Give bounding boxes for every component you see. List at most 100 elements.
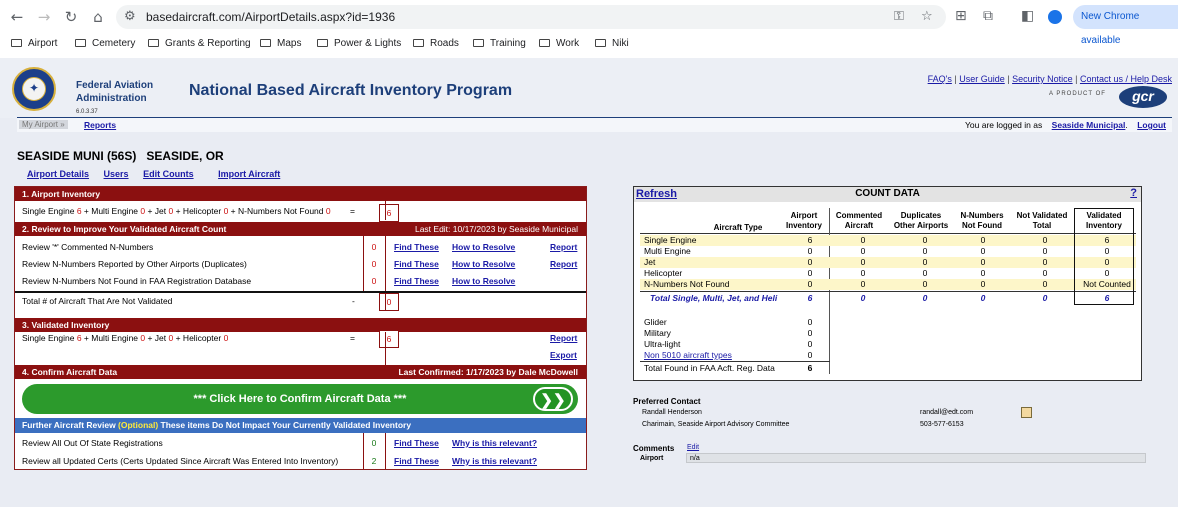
import-aircraft-link[interactable]: Import Aircraft bbox=[218, 169, 280, 179]
find-these-link[interactable]: Find These bbox=[394, 242, 439, 252]
product-of-text: A PRODUCT OF bbox=[1049, 91, 1106, 97]
section-review-header: 2. Review to Improve Your Validated Airc… bbox=[15, 222, 586, 236]
count-total-row: Total Single, Multi, Jet, and Heli 60000… bbox=[650, 293, 1110, 303]
count-row: Single Engine 600006 bbox=[640, 235, 1136, 246]
confirm-aircraft-data-button[interactable]: *** Click Here to Confirm Aircraft Data … bbox=[22, 384, 578, 414]
folder-icon bbox=[539, 39, 550, 47]
why-relevant-link[interactable]: Why is this relevant? bbox=[452, 456, 537, 466]
other-row: Non 5010 aircraft types 0 bbox=[644, 350, 813, 360]
bookmark-folder[interactable]: Airport bbox=[11, 38, 57, 49]
side-panel-icon[interactable]: ◧ bbox=[1021, 8, 1034, 24]
bookmark-folder[interactable]: Work bbox=[539, 38, 579, 49]
bookmark-folder[interactable]: Power & Lights bbox=[317, 38, 401, 49]
find-these-link[interactable]: Find These bbox=[394, 259, 439, 269]
other-row: Glider 0 bbox=[644, 317, 813, 327]
gcr-logo: gcr bbox=[1119, 86, 1167, 108]
col-duplicates: Duplicates Other Airports bbox=[893, 211, 949, 230]
other-row: Ultra-light 0 bbox=[644, 339, 813, 349]
folder-icon bbox=[473, 39, 484, 47]
translate-icon[interactable]: ⊞ bbox=[955, 8, 967, 24]
eagle-icon: ✦ bbox=[28, 81, 40, 95]
menu-bar: My Airport » Reports You are logged in a… bbox=[17, 117, 1172, 132]
agency-name: Federal Aviation Administration bbox=[76, 80, 154, 104]
airport-details-link[interactable]: Airport Details bbox=[27, 169, 89, 179]
divider bbox=[385, 236, 386, 292]
faa-seal-logo: ✦ bbox=[12, 67, 56, 111]
reload-icon[interactable]: ↻ bbox=[62, 8, 80, 26]
contact-role: Charimain, Seaside Airport Advisory Comm… bbox=[642, 421, 790, 428]
folder-icon bbox=[595, 39, 606, 47]
seal-center: ✦ bbox=[22, 77, 46, 101]
edit-comments-link[interactable]: Edit bbox=[687, 444, 699, 451]
report-link[interactable]: Report bbox=[550, 259, 577, 269]
site-info-icon[interactable]: ⚙ bbox=[124, 9, 136, 24]
airport-title: SEASIDE MUNI (56S) SEASIDE, OR bbox=[17, 149, 224, 163]
folder-icon bbox=[11, 39, 22, 47]
edit-contact-icon[interactable] bbox=[1021, 407, 1032, 418]
bookmark-folder[interactable]: Cemetery bbox=[75, 38, 135, 49]
equals-sign: = bbox=[350, 206, 355, 216]
comments-airport-label: Airport bbox=[640, 455, 664, 462]
validated-report-link[interactable]: Report bbox=[550, 333, 577, 343]
logout-link[interactable]: Logout bbox=[1137, 120, 1166, 130]
user-link[interactable]: Seaside Municipal bbox=[1052, 120, 1126, 130]
col-commented: Commented Aircraft bbox=[835, 211, 883, 230]
comments-heading: Comments bbox=[633, 444, 675, 453]
bookmark-folder[interactable]: Roads bbox=[413, 38, 459, 49]
section-validated-header: 3. Validated Inventory bbox=[15, 318, 586, 332]
folder-icon bbox=[148, 39, 159, 47]
back-icon[interactable]: ← bbox=[8, 8, 26, 26]
new-chrome-button[interactable]: New Chrome available bbox=[1073, 5, 1178, 46]
user-guide-link[interactable]: User Guide bbox=[959, 74, 1005, 84]
why-relevant-link[interactable]: Why is this relevant? bbox=[452, 438, 537, 448]
password-key-icon[interactable]: ⚿ bbox=[894, 9, 904, 24]
divider bbox=[385, 332, 386, 365]
contact-help-link[interactable]: Contact us / Help Desk bbox=[1080, 74, 1172, 84]
contact-phone: 503-577-6153 bbox=[920, 421, 964, 428]
bookmark-folder[interactable]: Grants & Reporting bbox=[148, 38, 251, 49]
non-5010-link[interactable]: Non 5010 aircraft types bbox=[644, 350, 732, 360]
confirm-arrow-icon[interactable]: ❯❯ bbox=[533, 387, 573, 411]
profile-avatar[interactable] bbox=[1048, 10, 1062, 24]
divider bbox=[385, 293, 386, 311]
security-notice-link[interactable]: Security Notice bbox=[1012, 74, 1073, 84]
menu-reports[interactable]: Reports bbox=[84, 120, 116, 130]
divider bbox=[15, 291, 586, 293]
bookmark-folder[interactable]: Training bbox=[473, 38, 526, 49]
validated-total: 6 bbox=[379, 330, 399, 348]
bookmark-folder[interactable]: Niki bbox=[595, 38, 629, 49]
bookmark-star-icon[interactable]: ☆ bbox=[921, 9, 933, 24]
faa-total-row: Total Found in FAA Acft. Reg. Data 6 bbox=[644, 363, 813, 373]
find-these-link[interactable]: Find These bbox=[394, 276, 439, 286]
extensions-icon[interactable]: ⧉ bbox=[983, 8, 993, 24]
app-version: 6.0.3.37 bbox=[76, 109, 98, 115]
how-to-resolve-link[interactable]: How to Resolve bbox=[452, 242, 515, 252]
help-icon[interactable]: ? bbox=[1130, 187, 1137, 199]
divider bbox=[640, 291, 1136, 292]
how-to-resolve-link[interactable]: How to Resolve bbox=[452, 276, 515, 286]
count-row: N-Numbers Not Found 0 0 0 0 0 Not Counted bbox=[640, 279, 1136, 290]
airport-status-panel: 1. Airport Inventory Single Engine 6 + M… bbox=[14, 186, 587, 470]
how-to-resolve-link[interactable]: How to Resolve bbox=[452, 259, 515, 269]
menu-my-airport[interactable]: My Airport » bbox=[19, 120, 68, 129]
find-these-link[interactable]: Find These bbox=[394, 438, 439, 448]
faq-link[interactable]: FAQ's bbox=[928, 74, 952, 84]
folder-icon bbox=[260, 39, 271, 47]
folder-icon bbox=[413, 39, 424, 47]
count-row: Multi Engine 000000 bbox=[644, 246, 1110, 256]
url-text[interactable]: basedaircraft.com/AirportDetails.aspx?id… bbox=[146, 10, 395, 24]
find-these-link[interactable]: Find These bbox=[394, 456, 439, 466]
report-link[interactable]: Report bbox=[550, 242, 577, 252]
bookmarks-bar: Airport Cemetery Grants & Reporting Maps… bbox=[0, 36, 1178, 56]
export-link[interactable]: Export bbox=[550, 350, 577, 360]
users-link[interactable]: Users bbox=[104, 169, 129, 179]
divider bbox=[640, 233, 1136, 234]
contact-name: Randall Henderson bbox=[642, 409, 702, 416]
edit-counts-link[interactable]: Edit Counts bbox=[143, 169, 194, 179]
divider bbox=[385, 433, 386, 469]
forward-icon[interactable]: → bbox=[35, 8, 53, 26]
home-icon[interactable]: ⌂ bbox=[89, 8, 107, 26]
bookmark-folder[interactable]: Maps bbox=[260, 38, 301, 49]
refresh-link[interactable]: Refresh bbox=[636, 188, 677, 200]
address-bar[interactable]: ⚙ basedaircraft.com/AirportDetails.aspx?… bbox=[116, 5, 946, 29]
